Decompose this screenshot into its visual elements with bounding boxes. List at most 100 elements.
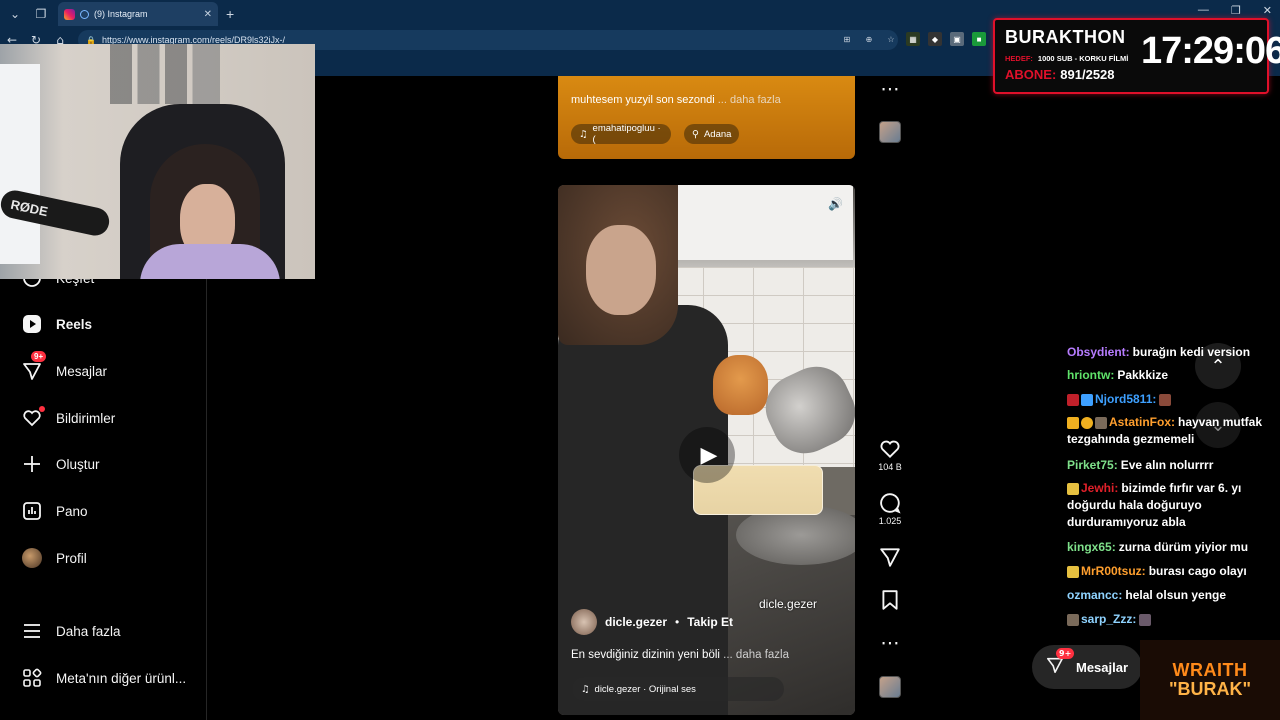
more-options-icon[interactable]: ⋯	[872, 632, 908, 654]
favorite-star-icon[interactable]: ☆	[884, 32, 898, 46]
brand-line-2: "BURAK"	[1168, 679, 1252, 699]
more-link[interactable]: ... daha fazla	[723, 649, 789, 661]
comment-icon	[880, 493, 901, 514]
messages-badge: 9+	[31, 351, 47, 362]
crown-badge-icon	[1067, 416, 1079, 429]
menu-icon	[22, 621, 42, 641]
more-link[interactable]: ... daha fazla	[718, 94, 781, 106]
sidebar-item-mesajlar[interactable]: 9+ Mesajlar	[22, 351, 107, 381]
workspaces-icon[interactable]: ❐	[30, 3, 52, 25]
sound-icon[interactable]: 🔊	[828, 197, 843, 211]
subs-value: 891/2528	[1060, 67, 1115, 82]
send-icon: 9+	[1046, 648, 1075, 678]
subs-key: ABONE:	[1005, 67, 1057, 82]
audio-thumbnail[interactable]	[879, 121, 901, 143]
close-tab-icon[interactable]: ✕	[204, 9, 212, 20]
caption-text: muhtesem yuzyil son sezondi	[571, 94, 715, 106]
zoom-icon[interactable]: ⊕	[862, 32, 876, 46]
goal-key: HEDEF:	[1005, 54, 1033, 63]
caption-text: En sevdiğiniz dizinin yeni böli	[571, 649, 720, 661]
sidebar-item-bildirimler[interactable]: Bildirimler	[22, 406, 116, 428]
plus-icon	[22, 454, 42, 474]
save-button[interactable]	[872, 589, 908, 611]
sidebar-item-pano[interactable]: Pano	[22, 501, 88, 521]
share-button[interactable]	[872, 546, 908, 568]
chat-message: MrR00tsuz: burası cago olayı	[1067, 563, 1277, 580]
author-name[interactable]: dicle.gezer	[605, 615, 667, 629]
author-avatar[interactable]	[571, 609, 597, 635]
sidebar-item-profil[interactable]: Profil	[22, 548, 87, 568]
messages-badge: 9+	[1056, 648, 1075, 659]
webcam-picture-frames	[110, 44, 220, 104]
extension-icon-4[interactable]: ■	[972, 32, 986, 46]
chat-user: kingx65:	[1067, 540, 1116, 554]
chat-text: Pakkkize	[1117, 368, 1169, 382]
chat-user: ozmancc:	[1067, 588, 1123, 602]
chat-text: burağın kedi version	[1132, 345, 1251, 359]
sidebar-item-meta[interactable]: Meta'nın diğer ürünl...	[22, 668, 186, 688]
video-frame-cat	[713, 355, 768, 415]
tab-instagram[interactable]: (9) Instagram ✕	[58, 2, 218, 26]
sidebar-item-label: Meta'nın diğer ürünl...	[56, 670, 187, 686]
chat-message: ozmancc: helal olsun yenge	[1067, 587, 1277, 604]
sidebar-item-reels[interactable]: Reels	[22, 314, 92, 334]
follow-button[interactable]: Takip Et	[687, 615, 733, 629]
like-button[interactable]: 104 B	[872, 438, 908, 472]
overlay-subs: ABONE: 891/2528	[1005, 67, 1115, 82]
close-window-icon[interactable]: ✕	[1263, 4, 1272, 17]
comment-count: 1.025	[878, 516, 902, 526]
chat-badge-icon	[1067, 393, 1079, 406]
reel-author: dicle.gezer • Takip Et	[571, 609, 733, 635]
audio-pill[interactable]: ♫ dicle.gezer · Orijinal ses	[572, 677, 784, 701]
more-options-icon[interactable]: ⋯	[872, 78, 908, 100]
play-button[interactable]: ▶	[679, 427, 735, 483]
brand-line-1: WRAITH	[1172, 660, 1248, 680]
audio-playing-icon[interactable]	[80, 9, 89, 19]
extension-icon-1[interactable]: ▦	[906, 32, 920, 46]
avatar	[22, 548, 42, 568]
messages-floating-button[interactable]: 9+ Mesajlar	[1032, 645, 1142, 689]
sidebar-item-label: Pano	[56, 503, 88, 519]
overlay-goal: HEDEF: 1000 SUB - KORKU FİLMİ	[1005, 54, 1128, 63]
chat-badge-icon	[1081, 393, 1093, 406]
chat-user: hriontw:	[1067, 368, 1115, 382]
minimize-icon[interactable]: —	[1198, 4, 1209, 17]
audio-pill[interactable]: ♫ emahatipogluu · (	[571, 123, 671, 145]
extension-icon-2[interactable]: ◆	[928, 32, 942, 46]
chat-text: burası cago olayı	[1148, 564, 1247, 578]
reel-previous[interactable]: muhtesem yuzyil son sezondi ... daha faz…	[558, 76, 855, 159]
reel-video[interactable]: 🔊 ▶ dicle.gezer dicle.gezer • Takip Et E…	[558, 185, 855, 715]
tab-list-icon[interactable]: ⌄	[4, 3, 26, 25]
new-tab-button[interactable]: +	[226, 6, 234, 22]
audio-label: emahatipogluu · (	[592, 123, 661, 145]
notification-dot	[39, 406, 45, 412]
heart-icon	[22, 406, 45, 428]
location-label: Adana	[703, 128, 732, 140]
emote-icon	[1159, 393, 1172, 406]
like-count: 104 B	[878, 462, 902, 472]
sidebar-item-label: Reels	[56, 316, 93, 332]
heart-icon	[880, 440, 900, 459]
split-screen-icon[interactable]: ⊞	[840, 32, 854, 46]
chat-message: Pirket75: Eve alın nolurrrr	[1067, 457, 1277, 474]
location-pill[interactable]: ⚲ Adana	[684, 124, 740, 144]
sidebar-item-olustur[interactable]: Oluştur	[22, 454, 100, 474]
sidebar-item-label: Oluştur	[56, 456, 100, 472]
sidebar-item-label: Daha fazla	[56, 623, 121, 639]
tab-title: (9) Instagram	[94, 9, 148, 19]
maximize-icon[interactable]: ❐	[1231, 4, 1241, 17]
audio-thumbnail[interactable]	[879, 676, 901, 698]
overlay-timer: 17:29:06	[1141, 30, 1280, 72]
video-frame-cabinet	[653, 185, 853, 260]
webcam-window	[0, 64, 40, 264]
chat-user: AstatinFox:	[1109, 415, 1175, 429]
location-pin-icon: ⚲	[692, 128, 699, 140]
chat-user: Obsydient:	[1067, 345, 1130, 359]
sidebar-item-daha-fazla[interactable]: Daha fazla	[22, 621, 121, 641]
comment-button[interactable]: 1.025	[872, 492, 908, 526]
extension-icon-3[interactable]: ▣	[950, 32, 964, 46]
sidebar-item-label: Bildirimler	[56, 410, 116, 426]
chat-user: sarp_Zzz:	[1081, 612, 1137, 626]
screen: ⌄ ❐ (9) Instagram ✕ + — ❐ ✕ ← ↻ ⌂ 🔒 http…	[0, 0, 1280, 720]
overlay-title: BURAKTHON	[1005, 27, 1126, 47]
